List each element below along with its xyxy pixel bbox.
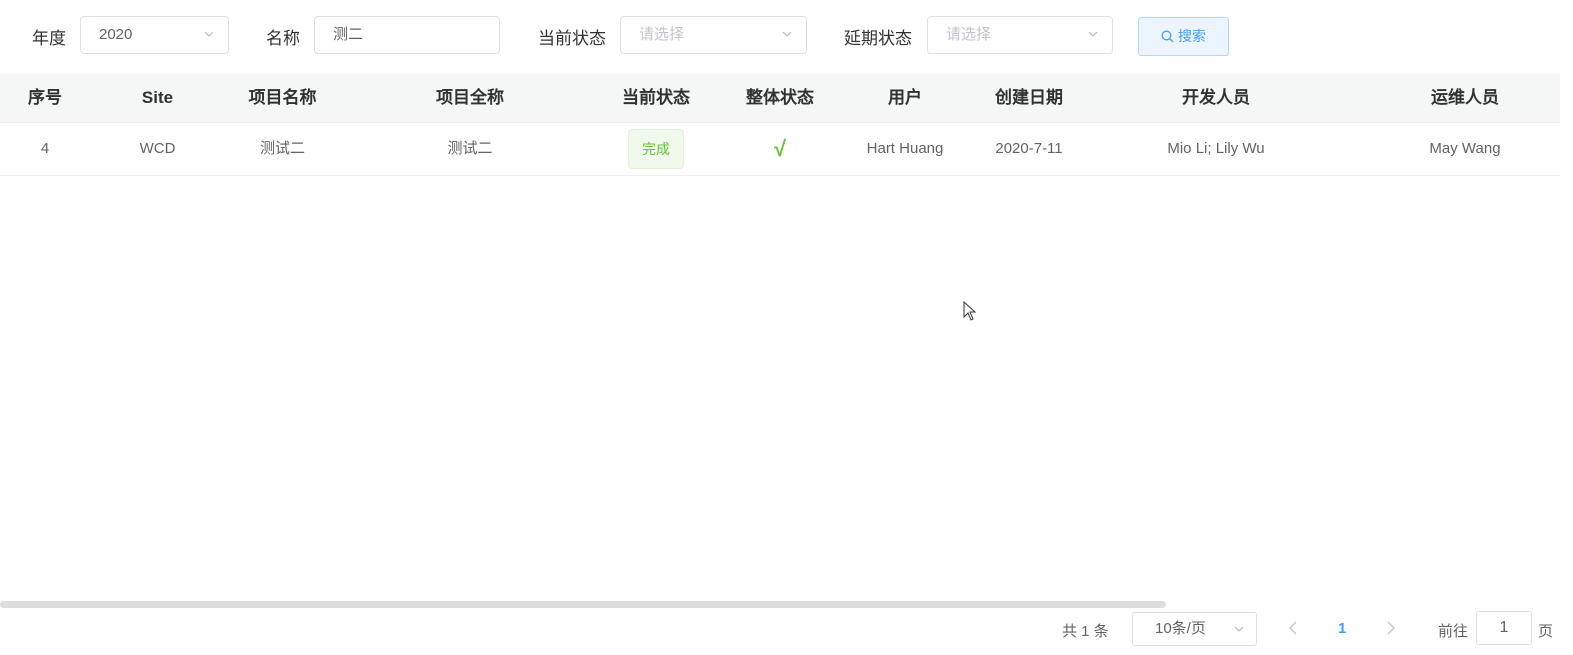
column-header[interactable]: 开发人员 <box>1096 74 1336 122</box>
search-button-label: 搜索 <box>1178 28 1206 44</box>
search-button[interactable]: 搜索 <box>1138 17 1229 56</box>
chevron-down-icon <box>1088 31 1098 37</box>
year-label: 年度 <box>32 29 66 48</box>
column-header[interactable]: Site <box>90 74 225 122</box>
cell-name: 测试二 <box>259 140 305 157</box>
cell-full-name: 测试二 <box>447 140 493 157</box>
year-select-value: 2020 <box>99 26 133 43</box>
page-size-select[interactable]: 10条/页 <box>1132 612 1257 646</box>
chevron-down-icon <box>1234 626 1244 632</box>
delay-status-placeholder: 请选择 <box>946 26 992 43</box>
column-header[interactable]: 整体状态 <box>712 74 848 122</box>
column-header[interactable]: 序号 <box>0 74 90 122</box>
cell-current-status: 完成 <box>600 123 712 175</box>
chevron-right-icon[interactable] <box>1384 620 1398 636</box>
cell-overall-status: √ <box>712 123 848 175</box>
search-icon <box>1161 30 1174 43</box>
cell-site: WCD <box>139 140 176 157</box>
page-size-value: 10条/页 <box>1155 620 1206 637</box>
chevron-left-icon[interactable] <box>1286 620 1300 636</box>
table-header: 序号 Site 项目名称 项目全称 当前状态 整体状态 用户 创建日期 开发人员… <box>0 74 1560 123</box>
pagination-total: 共 1 条 <box>1062 623 1109 640</box>
column-header[interactable]: 创建日期 <box>962 74 1096 122</box>
year-select[interactable]: 2020 <box>80 16 229 54</box>
cell-user: Hart Huang <box>866 140 944 157</box>
name-label: 名称 <box>266 29 300 48</box>
cell-ops: May Wang <box>1429 140 1501 157</box>
current-status-label: 当前状态 <box>538 29 606 48</box>
column-header[interactable]: 项目全称 <box>340 74 600 122</box>
column-header[interactable]: 用户 <box>848 74 962 122</box>
current-status-select[interactable]: 请选择 <box>620 16 807 54</box>
chevron-down-icon <box>204 31 214 37</box>
goto-page-input[interactable] <box>1476 611 1532 645</box>
filter-bar: 年度 2020 名称 测二 当前状态 请选择 延期状态 请选择 搜索 <box>0 0 1573 72</box>
delay-status-label: 延期状态 <box>844 29 912 48</box>
horizontal-scrollbar[interactable] <box>0 601 1166 608</box>
pagination-page-1[interactable]: 1 <box>1338 620 1346 637</box>
cell-created: 2020-7-11 <box>995 140 1063 157</box>
column-header[interactable]: 运维人员 <box>1336 74 1573 122</box>
current-status-placeholder: 请选择 <box>639 26 685 43</box>
status-badge: 完成 <box>628 129 684 169</box>
column-header[interactable]: 项目名称 <box>225 74 340 122</box>
cell-index: 4 <box>40 140 50 157</box>
page-suffix: 页 <box>1538 623 1554 640</box>
column-header[interactable]: 当前状态 <box>600 74 712 122</box>
cell-developers: Mio Li; Lily Wu <box>1167 140 1265 157</box>
name-input[interactable]: 测二 <box>314 16 500 54</box>
delay-status-select[interactable]: 请选择 <box>927 16 1113 54</box>
name-input-value: 测二 <box>333 26 364 43</box>
goto-label: 前往 <box>1438 623 1469 640</box>
table-row[interactable]: 4 WCD 测试二 测试二 完成 √ Hart Huang 2020-7-11 … <box>0 123 1560 176</box>
cursor-icon <box>963 301 977 321</box>
chevron-down-icon <box>782 31 792 37</box>
check-icon: √ <box>773 136 787 161</box>
